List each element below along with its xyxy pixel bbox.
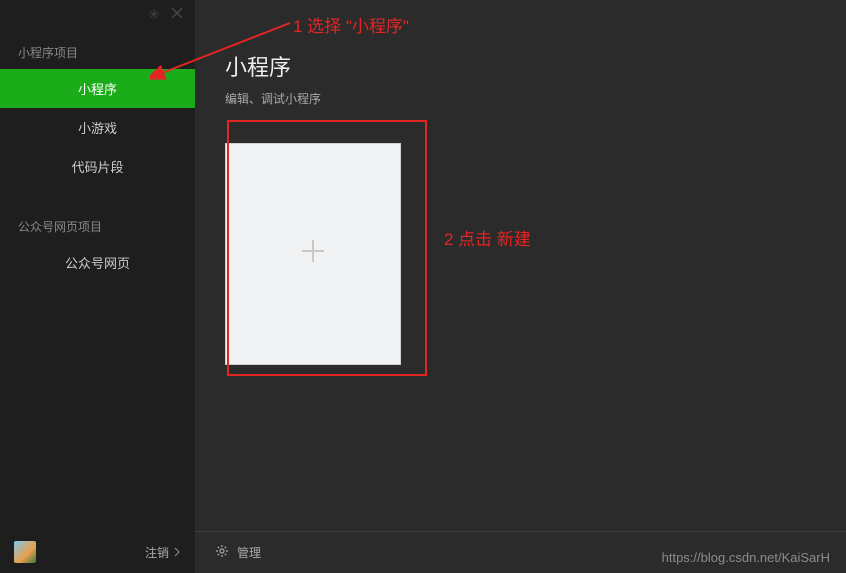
logout-label: 注销 [145, 544, 169, 561]
sidebar-item-minigame[interactable]: 小游戏 [0, 108, 195, 147]
sidebar-item-snippet[interactable]: 代码片段 [0, 147, 195, 186]
page-title: 小程序 [225, 50, 816, 82]
new-project-button[interactable] [225, 143, 401, 365]
pin-icon[interactable] [149, 6, 159, 24]
logout-button[interactable]: 注销 [145, 544, 181, 561]
sidebar: 小程序项目 小程序 小游戏 代码片段 公众号网页项目 公众号网页 注销 [0, 0, 195, 573]
page-subtitle: 编辑、调试小程序 [225, 90, 816, 107]
chevron-right-icon [173, 547, 181, 557]
sidebar-footer: 注销 [0, 531, 195, 573]
gear-icon[interactable] [215, 544, 229, 561]
manage-link[interactable]: 管理 [237, 544, 261, 561]
sidebar-item-miniprogram[interactable]: 小程序 [0, 69, 195, 108]
avatar[interactable] [14, 541, 36, 563]
close-icon[interactable] [171, 6, 183, 24]
window-controls [0, 0, 195, 30]
projects-area [195, 113, 846, 531]
plus-icon [298, 233, 328, 275]
main-panel: 小程序 编辑、调试小程序 管理 https://blog.csdn.net/Ka… [195, 0, 846, 573]
section-header-webpage: 公众号网页项目 [0, 204, 195, 243]
watermark: https://blog.csdn.net/KaiSarH [662, 550, 830, 565]
section-header-miniprogram: 小程序项目 [0, 30, 195, 69]
main-header: 小程序 编辑、调试小程序 [195, 0, 846, 113]
sidebar-item-webpage[interactable]: 公众号网页 [0, 243, 195, 282]
